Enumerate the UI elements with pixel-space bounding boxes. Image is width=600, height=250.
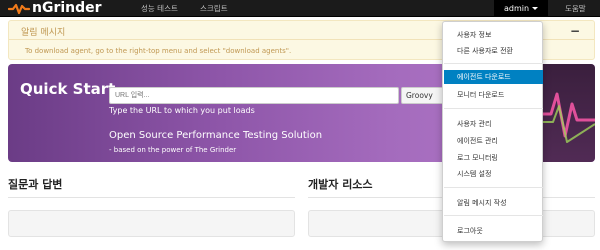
script-type-select[interactable]: Groovy: [401, 87, 447, 104]
menu-user-info[interactable]: 사용자 정보: [444, 28, 543, 42]
hero-subtitle-2: - based on the power of The Grinder: [109, 146, 237, 154]
hero-subtitle: Open Source Performance Testing Solution: [109, 130, 323, 141]
top-navbar: nGrinder 성능 테스트 스크립트 admin 도움말: [0, 0, 600, 17]
menu-user-management[interactable]: 사용자 관리: [444, 117, 543, 131]
brand[interactable]: nGrinder: [8, 1, 102, 16]
url-hint: Type the URL to which you put loads: [109, 106, 255, 115]
hero-decoration: [539, 64, 595, 162]
menu-divider: [444, 187, 543, 188]
nav-performance-test[interactable]: 성능 테스트: [141, 0, 178, 17]
menu-write-notice[interactable]: 알림 메시지 작성: [444, 196, 543, 210]
menu-divider: [444, 108, 543, 109]
menu-logout[interactable]: 로그아웃: [444, 224, 543, 238]
quick-start-title: Quick Start: [20, 80, 116, 98]
menu-monitor-download[interactable]: 모니터 다운로드: [444, 88, 543, 102]
menu-agent-management[interactable]: 에이전트 관리: [444, 134, 543, 148]
menu-agent-download[interactable]: 에이전트 다운로드: [444, 70, 543, 84]
nav-help[interactable]: 도움말: [565, 0, 586, 17]
brand-name: nGrinder: [32, 0, 102, 16]
menu-divider: [444, 63, 543, 64]
caret-down-icon: [532, 7, 539, 10]
qna-panel: [8, 210, 295, 237]
close-icon[interactable]: −: [570, 24, 580, 38]
alert-title: 알림 메시지: [21, 28, 66, 38]
user-menu-toggle[interactable]: admin: [494, 0, 548, 17]
menu-switch-user[interactable]: 다른 사용자로 전환: [444, 44, 543, 58]
pulse-graphic-icon: [539, 92, 595, 143]
url-input[interactable]: [109, 87, 399, 104]
alert-message: To download agent, go to the right-top m…: [25, 47, 292, 55]
ngrinder-logo-icon: [8, 3, 30, 14]
menu-system-settings[interactable]: 시스템 설정: [444, 167, 543, 181]
qna-section-title: 질문과 답변: [8, 178, 63, 191]
user-name: admin: [504, 4, 530, 13]
menu-divider: [444, 215, 543, 216]
dev-resources-section-title: 개발자 리소스: [308, 178, 373, 191]
user-dropdown-menu: 사용자 정보 다른 사용자로 전환 에이전트 다운로드 모니터 다운로드 사용자…: [442, 21, 543, 242]
menu-log-monitoring[interactable]: 로그 모니터링: [444, 151, 543, 165]
qna-divider: [8, 197, 295, 198]
nav-script[interactable]: 스크립트: [200, 0, 228, 17]
